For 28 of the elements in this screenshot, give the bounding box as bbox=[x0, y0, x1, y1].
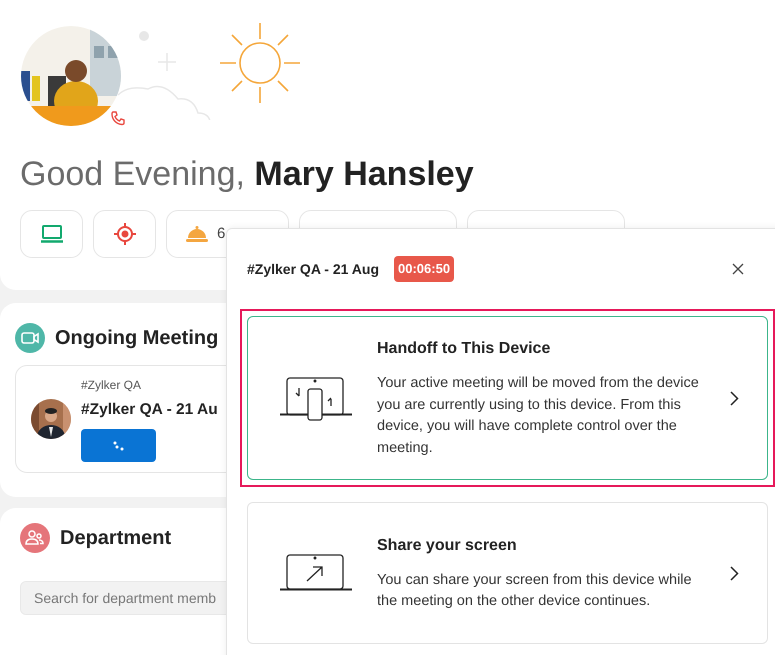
user-name: Mary Hansley bbox=[254, 155, 474, 193]
chevron-right-icon bbox=[730, 390, 739, 406]
option-title: Handoff to This Device bbox=[377, 339, 552, 359]
meeting-title: #Zylker QA - 21 Au bbox=[81, 400, 218, 420]
status-chip[interactable] bbox=[93, 210, 156, 258]
target-icon bbox=[112, 222, 136, 246]
option-title: Share your screen bbox=[377, 536, 518, 556]
status-chip[interactable] bbox=[20, 210, 83, 258]
greeting-text: Good Evening, bbox=[20, 155, 245, 193]
option-card[interactable]: Handoff to This Device Your active meeting will be moved from the device you are currently using to this device. From this device, you will have complete control over the meeting. bbox=[247, 316, 768, 480]
close-icon bbox=[732, 263, 744, 275]
join-button[interactable] bbox=[81, 429, 156, 462]
phone-icon bbox=[110, 110, 126, 126]
video-camera-icon bbox=[15, 323, 45, 353]
laptop-icon bbox=[40, 225, 64, 243]
option-description: You can share your screen from this device while the meeting on the other device continues. bbox=[377, 570, 693, 611]
chevron-right-icon bbox=[730, 566, 739, 580]
screen-share-icon bbox=[279, 553, 353, 593]
meeting-channel: #Zylker QA bbox=[81, 376, 142, 394]
section-title: Ongoing Meeting bbox=[55, 326, 218, 351]
option-card[interactable]: Share your screen You can share your screen from this device while the meeting on the other device continues. bbox=[247, 502, 768, 644]
loading-spinner-icon bbox=[112, 440, 126, 451]
section-title: Department bbox=[60, 526, 172, 551]
people-icon bbox=[20, 523, 50, 553]
service-bell-icon bbox=[185, 225, 209, 243]
timer-badge: 00:06:50 bbox=[394, 256, 454, 282]
dialog-title: #Zylker QA - 21 Aug bbox=[247, 260, 380, 279]
laptop-phone-handoff-icon bbox=[279, 376, 353, 420]
